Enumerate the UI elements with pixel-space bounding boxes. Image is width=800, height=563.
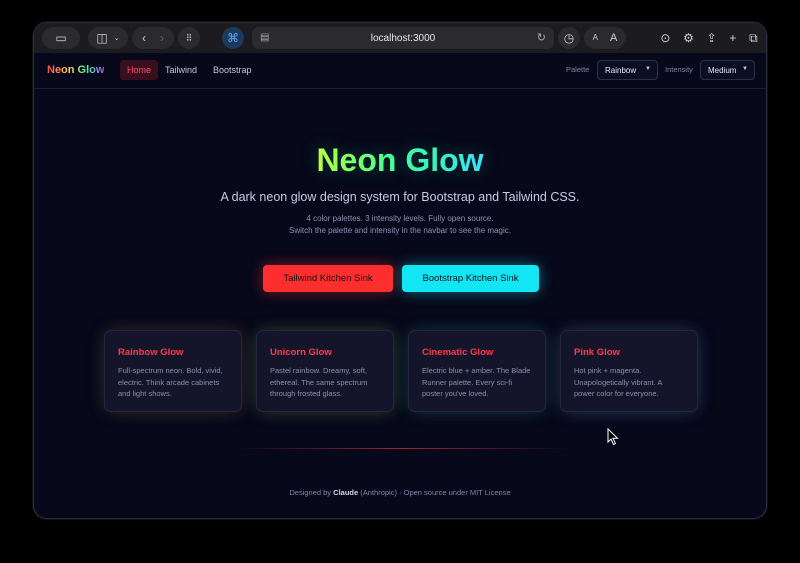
footer-prefix: Designed by	[289, 488, 332, 497]
tailwind-kitchen-sink-button[interactable]: Tailwind Kitchen Sink	[263, 265, 393, 292]
hero-note-line2: Switch the palette and intensity in the …	[289, 226, 511, 235]
history-button[interactable]: ◷	[558, 27, 580, 49]
toolbar-actions: ⊙ ⚙ ⇪ + ⧉	[654, 27, 764, 49]
hero-subtitle: A dark neon glow design system for Boots…	[220, 190, 580, 204]
palette-select[interactable]: Rainbow ▼	[597, 60, 658, 80]
palette-card-unicorn: Unicorn Glow Pastel rainbow. Dreamy, sof…	[256, 330, 394, 412]
tab-grid-button[interactable]: ⠿	[178, 27, 200, 49]
tabs-icon[interactable]: ⧉	[749, 32, 758, 44]
chevron-down-icon: ▼	[645, 66, 651, 72]
card-title: Rainbow Glow	[118, 347, 184, 358]
text-smaller-button[interactable]: A	[593, 34, 598, 42]
palette-select-value: Rainbow	[605, 65, 637, 75]
new-tab-icon[interactable]: +	[729, 32, 736, 44]
browser-window: ▭ ◫ ⌄ ‹ › ⠿ ⌘ ▤ localhost:3000 ↻ ◷ A A ⊙	[33, 22, 767, 519]
hero-note-line1: 4 color palettes. 3 intensity levels. Fu…	[306, 214, 494, 223]
hero-title-text: Neon Glow	[316, 142, 484, 178]
address-bar[interactable]: ▤ localhost:3000 ↻	[252, 27, 554, 49]
download-icon[interactable]: ⊙	[660, 32, 670, 44]
text-size-controls: A A	[584, 27, 626, 49]
card-description: Pastel rainbow. Dreamy, soft, ethereal. …	[270, 366, 368, 398]
history-nav: ‹ ›	[132, 27, 174, 49]
extension-button[interactable]: ⌘	[222, 27, 244, 49]
tab-overview-icon: ▭	[55, 31, 67, 45]
command-icon: ⌘	[227, 31, 239, 45]
window-overview-button[interactable]: ▭	[42, 27, 80, 49]
site-navbar: Neon Glow Home Tailwind Bootstrap Palett…	[34, 53, 766, 89]
intensity-select-value: Medium	[708, 65, 737, 75]
nav-link-tailwind[interactable]: Tailwind	[158, 60, 204, 80]
text-larger-button[interactable]: A	[610, 32, 617, 44]
brand-logo[interactable]: Neon Glow	[47, 64, 104, 76]
card-title: Cinematic Glow	[422, 347, 494, 358]
card-title: Unicorn Glow	[270, 347, 332, 358]
hero-title: Neon Glow	[34, 142, 766, 179]
nav-link-bootstrap[interactable]: Bootstrap	[206, 60, 259, 80]
chevron-down-icon: ⌄	[113, 34, 120, 42]
gear-icon[interactable]: ⚙	[683, 32, 694, 44]
bootstrap-kitchen-sink-button[interactable]: Bootstrap Kitchen Sink	[402, 265, 539, 292]
footer-suffix: (Anthropic) · Open source under MIT Lice…	[360, 488, 511, 497]
palette-card-pink: Pink Glow Hot pink + magenta. Unapologet…	[560, 330, 698, 412]
footer: Designed by Claude (Anthropic) · Open so…	[34, 488, 766, 497]
footer-author: Claude	[333, 488, 359, 497]
reload-icon[interactable]: ↻	[537, 31, 546, 44]
mouse-cursor-icon	[607, 428, 619, 446]
palette-card-rainbow: Rainbow Glow Full-spectrum neon. Bold, v…	[104, 330, 242, 412]
chevron-down-icon: ▼	[742, 66, 748, 72]
forward-icon[interactable]: ›	[160, 32, 164, 44]
footer-divider	[233, 448, 573, 449]
palette-card-cinematic: Cinematic Glow Electric blue + amber. Th…	[408, 330, 546, 412]
card-title: Pink Glow	[574, 347, 620, 358]
sidebar-icon: ◫	[96, 31, 108, 45]
back-icon[interactable]: ‹	[142, 32, 146, 44]
intensity-label: Intensity	[665, 65, 693, 74]
clock-icon: ◷	[563, 31, 575, 45]
intensity-select[interactable]: Medium ▼	[700, 60, 755, 80]
sidebar-toggle-button[interactable]: ◫ ⌄	[88, 27, 128, 49]
nav-link-home[interactable]: Home	[120, 60, 159, 80]
page-settings-icon[interactable]: ▤	[260, 32, 269, 43]
grid-icon: ⠿	[185, 32, 193, 43]
card-description: Electric blue + amber. The Blade Runner …	[422, 366, 531, 398]
card-description: Full-spectrum neon. Bold, vivid, electri…	[118, 366, 223, 398]
browser-toolbar: ▭ ◫ ⌄ ‹ › ⠿ ⌘ ▤ localhost:3000 ↻ ◷ A A ⊙	[34, 23, 766, 53]
palette-label: Palette	[566, 65, 590, 74]
card-description: Hot pink + magenta. Unapologetically vib…	[574, 366, 662, 398]
url-text: localhost:3000	[370, 32, 436, 44]
share-icon[interactable]: ⇪	[707, 32, 717, 44]
